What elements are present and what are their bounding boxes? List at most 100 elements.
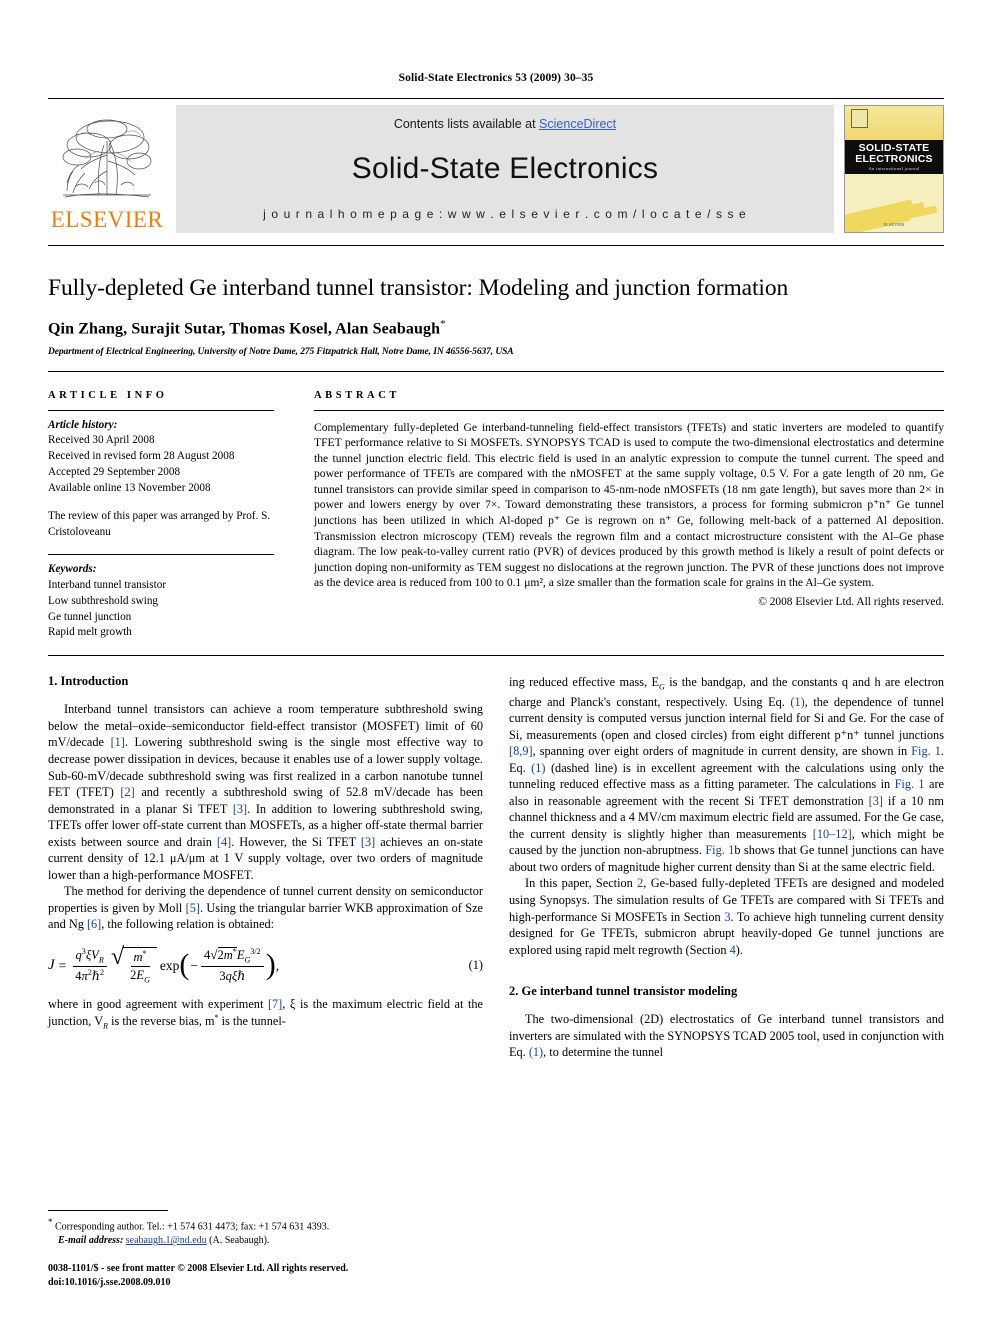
elsevier-tree-icon bbox=[62, 119, 152, 198]
keyword-item: Low subthreshold swing bbox=[48, 594, 159, 607]
text-run: , spanning over eight orders of magnitud… bbox=[532, 744, 912, 759]
imprint-block: 0038-1101/$ - see front matter © 2008 El… bbox=[48, 1262, 483, 1289]
imprint-issn-line: 0038-1101/$ - see front matter © 2008 El… bbox=[48, 1263, 349, 1274]
equation-1: J = q3ξVR 4π2ℏ2 √ m* 2EG exp (− 4√2m*EG… bbox=[48, 945, 483, 985]
abstract-text: Complementary fully-depleted Ge interban… bbox=[314, 420, 944, 590]
header-rule bbox=[48, 98, 944, 99]
elsevier-logo[interactable]: ELSEVIER bbox=[48, 105, 166, 233]
equation-exponent-fraction: 4√2m*EG3/2 3qξℏ bbox=[201, 947, 264, 984]
corresponding-author-marker: * bbox=[440, 318, 446, 331]
citation-link[interactable]: [3] bbox=[869, 794, 883, 808]
journal-band: Contents lists available at ScienceDirec… bbox=[176, 105, 834, 233]
equation-link[interactable]: (1) bbox=[529, 1045, 543, 1059]
email-link[interactable]: seabaugh.1@nd.edu bbox=[126, 1235, 207, 1246]
cover-top-panel bbox=[845, 106, 943, 141]
article-info-heading: ARTICLE INFO bbox=[48, 389, 168, 401]
journal-homepage[interactable]: j o u r n a l h o m e p a g e : w w w . … bbox=[263, 207, 747, 221]
text-run: . However, the Si TFET bbox=[231, 834, 361, 849]
sciencedirect-link[interactable]: ScienceDirect bbox=[539, 117, 616, 131]
article-history-label: Article history: bbox=[48, 418, 118, 431]
equation-open-paren: ( bbox=[179, 948, 190, 982]
section-heading-introduction: 1. Introduction bbox=[48, 674, 129, 689]
article-history: Article history: Received 30 April 2008 … bbox=[48, 418, 274, 541]
author-names: Qin Zhang, Surajit Sutar, Thomas Kosel, … bbox=[48, 320, 441, 338]
citation-link[interactable]: [5] bbox=[186, 901, 200, 915]
citation-link[interactable]: [7] bbox=[268, 997, 282, 1011]
equation-link[interactable]: (1) bbox=[531, 761, 545, 775]
footnote-zone: * Corresponding author. Tel.: +1 574 631… bbox=[48, 1210, 483, 1289]
abstract-rule bbox=[314, 409, 944, 411]
section2-paragraph-1: The two-dimensional (2D) electrostatics … bbox=[509, 1011, 944, 1061]
article-info-rule bbox=[48, 409, 274, 411]
running-head: Solid-State Electronics 53 (2009) 30–35 bbox=[398, 72, 594, 84]
citation-link[interactable]: [3] bbox=[361, 835, 375, 849]
keywords-rule bbox=[48, 553, 274, 555]
citation-link[interactable]: [8,9] bbox=[509, 744, 533, 758]
cover-footer-label: ELSEVIER bbox=[883, 221, 905, 227]
cover-title-line1: SOLID-STATE bbox=[858, 141, 930, 154]
imprint-doi-line: doi:10.1016/j.sse.2008.09.010 bbox=[48, 1276, 171, 1288]
text-run: where in good agreement with experiment bbox=[48, 997, 268, 1012]
equation-1-number: (1) bbox=[468, 958, 483, 973]
citation-link[interactable]: [2] bbox=[120, 785, 134, 799]
equation-link[interactable]: (1) bbox=[790, 695, 804, 709]
abstract-column: ABSTRACT Complementary fully-depleted Ge… bbox=[314, 390, 944, 642]
keywords-label: Keywords: bbox=[48, 562, 97, 575]
figure-link[interactable]: Fig. 1 bbox=[895, 777, 925, 791]
body-column-right: ing reduced effective mass, EG is the ba… bbox=[509, 674, 944, 1060]
history-item: Available online 13 November 2008 bbox=[48, 482, 211, 495]
contents-prefix: Contents lists available at bbox=[393, 117, 540, 131]
review-note: The review of this paper was arranged by… bbox=[48, 510, 271, 538]
text-run: is the tunnel- bbox=[218, 1014, 286, 1029]
keyword-item: Ge tunnel junction bbox=[48, 610, 132, 623]
keyword-item: Interband tunnel transistor bbox=[48, 578, 167, 591]
text-run: (A. Seabaugh). bbox=[206, 1235, 270, 1247]
citation-link[interactable]: [4] bbox=[217, 835, 231, 849]
corresponding-author-note: * Corresponding author. Tel.: +1 574 631… bbox=[48, 1216, 483, 1234]
affiliation: Department of Electrical Engineering, Un… bbox=[48, 346, 514, 357]
text-run: , to determine the tunnel bbox=[543, 1045, 664, 1060]
cover-elsevier-mark-icon bbox=[851, 109, 868, 128]
history-item: Accepted 29 September 2008 bbox=[48, 466, 181, 479]
equation-fraction-prefactor: q3ξVR 4π2ℏ2 bbox=[72, 947, 107, 984]
after-equation-paragraph: where in good agreement with experiment … bbox=[48, 997, 483, 1031]
citation-link[interactable]: [10–12] bbox=[813, 827, 852, 841]
citation-link[interactable]: [3] bbox=[233, 802, 247, 816]
info-abstract-row: ARTICLE INFO Article history: Received 3… bbox=[48, 390, 944, 642]
keywords-block: Keywords: Interband tunnel transistor Lo… bbox=[48, 562, 274, 642]
elsevier-wordmark: ELSEVIER bbox=[50, 207, 164, 232]
text-run: Corresponding author. Tel.: +1 574 631 4… bbox=[52, 1221, 330, 1233]
footnote-rule bbox=[48, 1210, 168, 1212]
cover-tagline: An international journal bbox=[868, 166, 920, 172]
cover-title-line2: ELECTRONICS bbox=[855, 152, 933, 165]
history-item: Received 30 April 2008 bbox=[48, 434, 155, 447]
contents-list-line: Contents lists available at ScienceDirec… bbox=[394, 117, 616, 131]
author-list: Qin Zhang, Surajit Sutar, Thomas Kosel, … bbox=[48, 318, 944, 338]
section-heading-modeling: 2. Ge interband tunnel transistor modeli… bbox=[509, 984, 738, 999]
history-item: Received in revised form 28 August 2008 bbox=[48, 450, 235, 463]
cover-bottom-panel: ELSEVIER bbox=[845, 174, 943, 232]
article-info-column: ARTICLE INFO Article history: Received 3… bbox=[48, 390, 274, 642]
citation-link[interactable]: [1] bbox=[111, 735, 125, 749]
page-title: Fully-depleted Ge interband tunnel trans… bbox=[48, 275, 789, 301]
email-label: E-mail address: bbox=[58, 1235, 124, 1247]
right-paragraph-2: In this paper, Section 2, Ge-based fully… bbox=[509, 875, 944, 958]
journal-cover-thumbnail[interactable]: SOLID-STATE ELECTRONICS An international… bbox=[844, 105, 944, 233]
figure-link[interactable]: Fig. 1 bbox=[705, 843, 734, 857]
article-page: Solid-State Electronics 53 (2009) 30–35 bbox=[0, 0, 992, 1323]
right-paragraph-1: ing reduced effective mass, EG is the ba… bbox=[509, 675, 945, 874]
intro-paragraph-2: The method for deriving the dependence o… bbox=[48, 883, 483, 933]
figure-link[interactable]: Fig. 1 bbox=[911, 744, 941, 758]
citation-link[interactable]: [6] bbox=[87, 917, 101, 931]
title-block-rule bbox=[48, 370, 944, 372]
intro-paragraph-1: Interband tunnel transistors can achieve… bbox=[48, 701, 483, 883]
journal-masthead: ELSEVIER Contents lists available at Sci… bbox=[48, 105, 944, 233]
email-note: E-mail address: seabaugh.1@nd.edu (A. Se… bbox=[48, 1234, 483, 1248]
abstract-bottom-rule bbox=[48, 655, 944, 657]
abstract-heading: ABSTRACT bbox=[314, 389, 400, 401]
text-run: ing reduced effective mass, E bbox=[509, 675, 660, 690]
text-run: ). bbox=[735, 942, 743, 957]
text-run: (dashed line) is in excellent agreement … bbox=[509, 760, 944, 792]
text-run: In this paper, Section bbox=[525, 876, 638, 891]
